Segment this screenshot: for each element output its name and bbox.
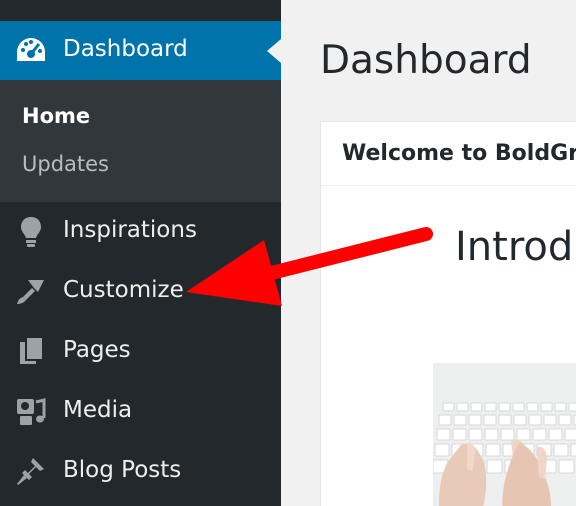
welcome-panel-title: Welcome to BoldGr [342,141,576,166]
paintbrush-icon [17,280,44,304]
submenu-item-updates[interactable]: Updates [22,152,109,176]
sidebar-item-media[interactable]: Media [0,382,281,442]
welcome-panel-header[interactable]: Welcome to BoldGr [321,122,576,186]
sidebar-item-label: Media [63,397,133,423]
lightbulb-icon [21,217,41,247]
sidebar-item-label: Customize [63,277,184,303]
sidebar-item-label: Inspirations [63,217,197,243]
media-icon [17,398,46,425]
pushpin-icon [17,458,44,485]
sidebar-item-label: Dashboard [63,36,188,62]
sidebar-item-label: Blog Posts [63,457,182,483]
welcome-panel: Welcome to BoldGr Introdu [320,121,576,506]
sidebar-item-inspirations[interactable]: Inspirations [0,202,281,262]
dashboard-submenu: Home Updates [0,80,281,202]
laptop-keyboard-image [433,363,576,506]
sidebar-item-label: Pages [63,337,131,363]
welcome-panel-heading: Introdu [455,224,576,270]
page-title: Dashboard [320,38,532,83]
sidebar-item-pages[interactable]: Pages [0,322,281,382]
current-menu-pointer [267,39,281,63]
pages-icon [20,338,42,364]
admin-sidebar: Dashboard Home Updates Inspirations Cust… [0,0,281,506]
submenu-item-home[interactable]: Home [22,104,90,128]
dashboard-gauge-icon [17,38,45,61]
sidebar-item-dashboard[interactable]: Dashboard [0,21,281,80]
sidebar-item-blog-posts[interactable]: Blog Posts [0,442,281,502]
sidebar-item-customize[interactable]: Customize [0,262,281,322]
